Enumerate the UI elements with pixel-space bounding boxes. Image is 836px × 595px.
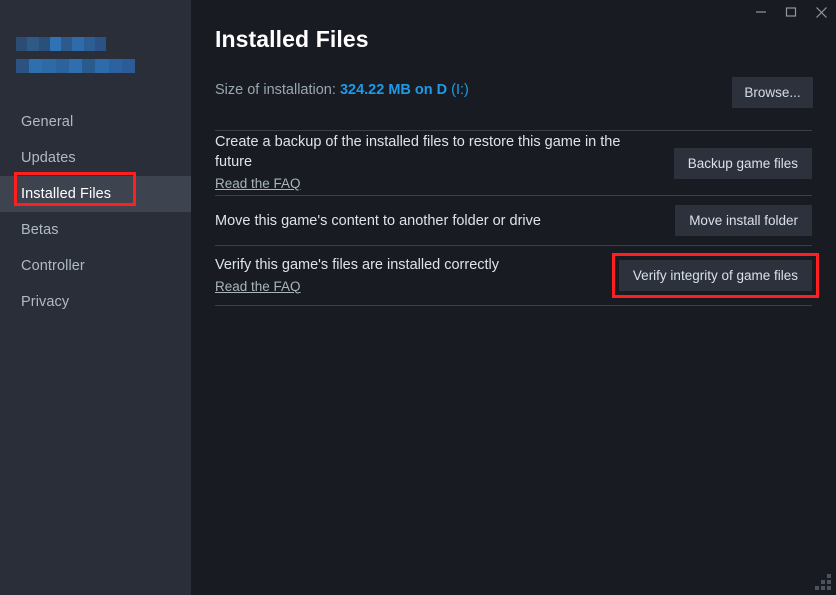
redacted-game-title-line-1 [16,37,106,51]
install-drive-letter: (I:) [451,82,469,98]
mosaic-block [55,59,69,73]
mosaic-block [72,37,84,51]
mosaic-block [68,59,83,73]
backup-game-files-button[interactable]: Backup game files [673,147,812,179]
sidebar-item-label: Installed Files [21,186,112,202]
sidebar-item-general[interactable]: General [0,104,191,140]
main-content: Installed Files Size of installation: 32… [191,0,836,595]
read-the-faq-link[interactable]: Read the FAQ [215,277,301,297]
mosaic-block [94,37,106,51]
sidebar-item-label: Privacy [21,294,70,310]
minimize-button[interactable] [746,0,776,24]
row-description: Move this game's content to another fold… [215,212,541,229]
table-row-verify: Verify this game's files are installed c… [215,246,819,305]
mosaic-block [82,59,96,73]
row-text: Create a backup of the installed files t… [215,132,635,194]
mosaic-block [121,59,135,73]
row-divider [215,305,812,306]
close-button[interactable] [806,0,836,24]
close-icon [815,6,828,19]
grip-dot [821,586,825,590]
settings-rows: Create a backup of the installed files t… [215,130,819,306]
grip-dot [815,586,819,590]
mosaic-block [29,59,43,73]
verify-button-wrapper: Verify integrity of game files [611,253,819,298]
sidebar: General Updates Installed Files Betas Co… [0,0,191,595]
verify-integrity-button[interactable]: Verify integrity of game files [618,260,812,291]
install-size-value: 324.22 MB on D [339,82,448,98]
sidebar-item-label: Controller [21,258,85,274]
resize-grip[interactable] [815,574,831,590]
sidebar-nav: General Updates Installed Files Betas Co… [0,104,191,320]
mosaic-block [49,37,61,51]
mosaic-block [83,37,95,51]
minimize-icon [755,6,767,18]
mosaic-block [16,37,28,51]
grip-dot [827,586,831,590]
row-description: Create a backup of the installed files t… [215,134,621,170]
sidebar-item-label: Betas [21,222,59,238]
browse-button[interactable]: Browse... [732,77,813,108]
sidebar-item-betas[interactable]: Betas [0,212,191,248]
grip-dot [827,580,831,584]
mosaic-block [61,37,73,51]
read-the-faq-link[interactable]: Read the FAQ [215,174,301,194]
sidebar-item-label: General [21,114,74,130]
redacted-game-title-line-2 [16,59,135,73]
mosaic-block [42,59,56,73]
mosaic-block [16,59,30,73]
grip-dot [827,574,831,578]
mosaic-block [27,37,39,51]
maximize-button[interactable] [776,0,806,24]
sidebar-item-controller[interactable]: Controller [0,248,191,284]
mosaic-block [95,59,109,73]
move-install-folder-button[interactable]: Move install folder [675,205,812,236]
table-row-backup: Create a backup of the installed files t… [215,131,812,195]
mosaic-block [108,59,122,73]
sidebar-item-privacy[interactable]: Privacy [0,284,191,320]
install-size-row: Size of installation: 324.22 MB on D (I:… [215,82,469,98]
row-text: Move this game's content to another fold… [215,211,541,231]
sidebar-item-label: Updates [21,150,76,166]
page-title: Installed Files [215,26,369,52]
window-titlebar [0,0,836,28]
sidebar-item-updates[interactable]: Updates [0,140,191,176]
mosaic-block [38,37,50,51]
row-description: Verify this game's files are installed c… [215,256,500,273]
grip-dot [821,580,825,584]
install-size-label: Size of installation: [215,82,336,98]
maximize-icon [785,6,797,18]
table-row-move: Move this game's content to another fold… [215,196,812,245]
sidebar-item-installed-files[interactable]: Installed Files [0,176,191,212]
row-text: Verify this game's files are installed c… [215,255,499,297]
